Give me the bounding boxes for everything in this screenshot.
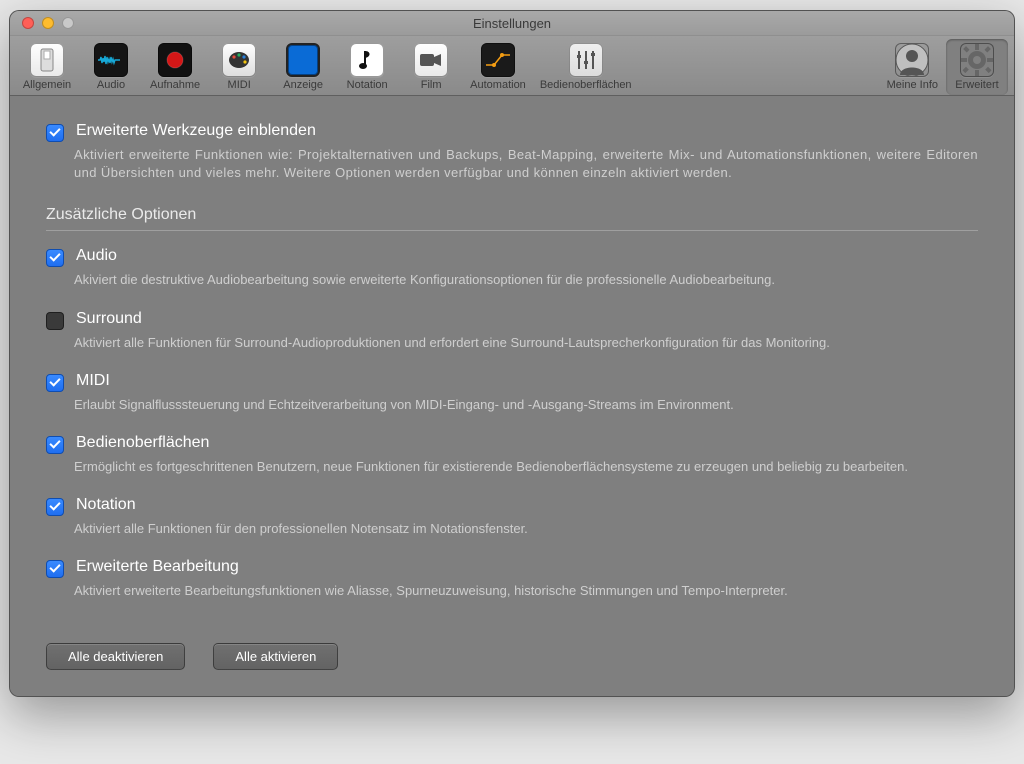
- checkbox-surround[interactable]: [46, 312, 64, 330]
- checkbox-midi[interactable]: [46, 374, 64, 392]
- button-row: Alle deaktivieren Alle aktivieren: [46, 643, 978, 670]
- tab-midi[interactable]: MIDI: [208, 39, 270, 95]
- tab-automation[interactable]: Automation: [464, 39, 532, 95]
- camera-icon: [414, 43, 448, 77]
- tab-general[interactable]: Allgemein: [16, 39, 78, 95]
- gear-icon: [960, 43, 994, 77]
- option-midi: MIDI Erlaubt Signalflusssteuerung und Ech…: [46, 372, 978, 414]
- option-audio: Audio Akiviert die destruktive Audiobearb…: [46, 247, 978, 289]
- tab-audio[interactable]: Audio: [80, 39, 142, 95]
- checkbox-advanced-tools[interactable]: [46, 124, 64, 142]
- tab-my-info[interactable]: Meine Info: [881, 39, 944, 95]
- tab-label: Meine Info: [887, 79, 938, 91]
- option-advanced-tools: Erweiterte Werkzeuge einblenden Aktivier…: [46, 122, 978, 182]
- preferences-toolbar: Allgemein Audio Aufnahme MIDI Anzeige: [10, 36, 1014, 96]
- checkbox-advanced-editing[interactable]: [46, 560, 64, 578]
- tab-label: Film: [421, 79, 442, 91]
- option-description: Akiviert die destruktive Audiobearbeitun…: [74, 271, 978, 289]
- disable-all-button[interactable]: Alle deaktivieren: [46, 643, 185, 670]
- tab-display[interactable]: Anzeige: [272, 39, 334, 95]
- waveform-icon: [94, 43, 128, 77]
- tab-control-surfaces[interactable]: Bedienoberflächen: [534, 39, 638, 95]
- checkbox-notation[interactable]: [46, 498, 64, 516]
- tab-label: Notation: [347, 79, 388, 91]
- tab-advanced[interactable]: Erweitert: [946, 39, 1008, 95]
- option-title: Surround: [76, 310, 142, 328]
- monitor-icon: [286, 43, 320, 77]
- enable-all-button[interactable]: Alle aktivieren: [213, 643, 338, 670]
- option-description: Aktiviert alle Funktionen für Surround-A…: [74, 334, 978, 352]
- option-title: Audio: [76, 247, 117, 265]
- switch-icon: [30, 43, 64, 77]
- tab-label: Bedienoberflächen: [540, 79, 632, 91]
- music-note-icon: [350, 43, 384, 77]
- window-title: Einstellungen: [10, 16, 1014, 31]
- checkbox-control-surfaces[interactable]: [46, 436, 64, 454]
- record-icon: [158, 43, 192, 77]
- preferences-window: Einstellungen Allgemein Audio Aufnahme: [9, 10, 1015, 697]
- sliders-icon: [569, 43, 603, 77]
- option-description: Aktiviert alle Funktionen für den profes…: [74, 520, 978, 538]
- tab-label: Allgemein: [23, 79, 71, 91]
- advanced-pane: Erweiterte Werkzeuge einblenden Aktivier…: [10, 96, 1014, 696]
- option-title: MIDI: [76, 372, 110, 390]
- option-title: Bedienoberflächen: [76, 434, 209, 452]
- option-description: Erlaubt Signalflusssteuerung und Echtzei…: [74, 396, 978, 414]
- option-description: Aktiviert erweiterte Funktionen wie: Pro…: [74, 146, 978, 182]
- option-title: Erweiterte Werkzeuge einblenden: [76, 122, 316, 140]
- option-description: Aktiviert erweiterte Bearbeitungsfunktio…: [74, 582, 978, 600]
- tab-label: Automation: [470, 79, 526, 91]
- tab-label: Audio: [97, 79, 125, 91]
- option-surround: Surround Aktiviert alle Funktionen für Su…: [46, 310, 978, 352]
- tab-label: Erweitert: [955, 79, 998, 91]
- option-control-surfaces: Bedienoberflächen Ermöglicht es fortgesch…: [46, 434, 978, 476]
- palette-icon: [222, 43, 256, 77]
- tab-label: Aufnahme: [150, 79, 200, 91]
- section-title-additional: Zusätzliche Optionen: [46, 206, 978, 224]
- tab-record[interactable]: Aufnahme: [144, 39, 206, 95]
- tab-film[interactable]: Film: [400, 39, 462, 95]
- divider: [46, 230, 978, 231]
- automation-icon: [481, 43, 515, 77]
- option-description: Ermöglicht es fortgeschrittenen Benutzer…: [74, 458, 978, 476]
- option-title: Erweiterte Bearbeitung: [76, 558, 239, 576]
- tab-notation[interactable]: Notation: [336, 39, 398, 95]
- checkbox-audio[interactable]: [46, 249, 64, 267]
- tab-label: Anzeige: [283, 79, 323, 91]
- person-icon: [895, 43, 929, 77]
- tab-label: MIDI: [228, 79, 251, 91]
- option-advanced-editing: Erweiterte Bearbeitung Aktiviert erweiter…: [46, 558, 978, 600]
- option-title: Notation: [76, 496, 136, 514]
- option-notation: Notation Aktiviert alle Funktionen für de…: [46, 496, 978, 538]
- titlebar: Einstellungen: [10, 11, 1014, 36]
